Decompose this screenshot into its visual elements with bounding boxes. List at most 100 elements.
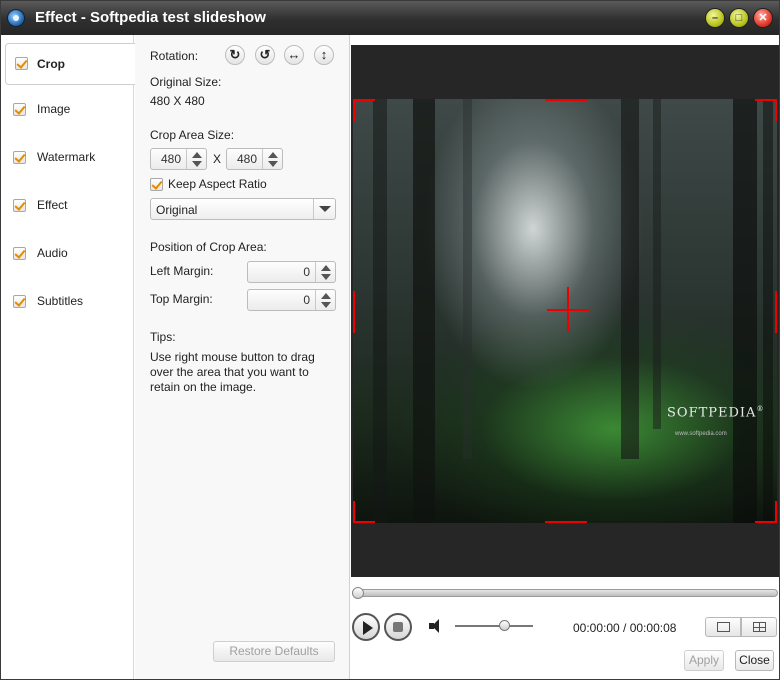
effect-checkbox[interactable] xyxy=(13,199,26,212)
sidebar-item-effect[interactable]: Effect xyxy=(1,183,134,229)
stop-button[interactable] xyxy=(384,613,412,641)
flip-horizontal-button[interactable]: ↔ xyxy=(284,45,304,65)
aspect-ratio-select[interactable]: Original xyxy=(150,198,336,220)
stepper-arrows[interactable] xyxy=(262,149,282,169)
sidebar-item-audio[interactable]: Audio xyxy=(1,231,134,277)
tree-trunk xyxy=(373,99,387,523)
crop-handle-bottom-left[interactable] xyxy=(353,521,375,523)
tree-trunk xyxy=(763,99,773,523)
keep-aspect-ratio-label: Keep Aspect Ratio xyxy=(168,177,267,191)
maximize-button[interactable]: □ xyxy=(729,8,749,28)
sidebar-item-watermark[interactable]: Watermark xyxy=(1,135,134,181)
crop-area-size-label: Crop Area Size: xyxy=(150,128,235,142)
preview-image[interactable]: SOFTPEDIA® www.softpedia.com xyxy=(353,99,777,523)
top-margin-label: Top Margin: xyxy=(150,292,213,306)
crop-handle-bottom-right[interactable] xyxy=(755,521,777,523)
keep-aspect-ratio-checkbox[interactable] xyxy=(150,178,163,191)
crop-height-stepper[interactable]: 480 xyxy=(226,148,283,170)
single-view-button[interactable] xyxy=(705,617,741,637)
left-margin-value: 0 xyxy=(303,265,310,279)
tree-trunk xyxy=(653,99,661,429)
tree-trunk xyxy=(621,99,639,459)
apply-button[interactable]: Apply xyxy=(684,650,724,671)
original-size-value: 480 X 480 xyxy=(150,94,205,108)
audio-checkbox[interactable] xyxy=(13,247,26,260)
sidebar-item-label: Subtitles xyxy=(37,294,84,308)
watermark-logo: SOFTPEDIA® xyxy=(667,405,764,420)
single-frame-icon xyxy=(717,622,730,632)
sidebar-item-label: Crop xyxy=(37,57,65,71)
left-margin-label: Left Margin: xyxy=(150,264,214,278)
crop-handle-bottom-right[interactable] xyxy=(775,501,777,523)
crop-handle-top-left[interactable] xyxy=(353,99,355,121)
sidebar-item-label: Effect xyxy=(37,198,68,212)
sidebar-item-crop[interactable]: Crop xyxy=(5,43,135,85)
rotate-clockwise-button[interactable]: ↻ xyxy=(225,45,245,65)
split-view-button[interactable] xyxy=(741,617,777,637)
size-separator: X xyxy=(213,152,222,166)
crop-height-value: 480 xyxy=(236,152,257,166)
crop-handle-top-left[interactable] xyxy=(353,99,375,101)
split-frame-icon xyxy=(753,622,766,632)
tree-trunk xyxy=(413,99,435,523)
crop-settings-panel: Rotation: ↻ ↺ ↔ ↕ Original Size: 480 X 4… xyxy=(135,35,350,679)
window-title: Effect - Softpedia test slideshow xyxy=(35,9,266,26)
sidebar-item-label: Image xyxy=(37,102,71,116)
minimize-button[interactable]: – xyxy=(705,8,725,28)
sidebar-item-image[interactable]: Image xyxy=(1,87,134,133)
crop-handle-top[interactable] xyxy=(545,99,587,101)
stepper-arrows[interactable] xyxy=(315,290,335,310)
window-close-button[interactable]: ✕ xyxy=(753,8,773,28)
play-icon xyxy=(363,621,373,635)
stepper-arrows[interactable] xyxy=(186,149,206,169)
crop-center-crosshair-icon[interactable] xyxy=(567,287,569,331)
subtitles-checkbox[interactable] xyxy=(13,295,26,308)
crop-width-stepper[interactable]: 480 xyxy=(150,148,207,170)
crop-handle-bottom-left[interactable] xyxy=(353,501,355,523)
crop-handle-bottom[interactable] xyxy=(545,521,587,523)
crop-position-label: Position of Crop Area: xyxy=(150,240,267,254)
down-arrow-icon xyxy=(268,161,278,167)
original-size-label: Original Size: xyxy=(150,75,222,89)
up-arrow-icon xyxy=(192,152,202,158)
left-margin-stepper[interactable]: 0 xyxy=(247,261,336,283)
image-checkbox[interactable] xyxy=(13,103,26,116)
stop-icon xyxy=(393,622,403,632)
aspect-ratio-value: Original xyxy=(156,203,198,217)
minimize-icon: – xyxy=(711,12,719,24)
effect-sidebar: Crop Image Watermark Effect Audio Subtit… xyxy=(1,35,135,679)
top-margin-value: 0 xyxy=(303,293,310,307)
seek-bar[interactable] xyxy=(352,589,778,597)
crop-handle-top-right[interactable] xyxy=(775,99,777,121)
maximize-icon: □ xyxy=(735,12,743,24)
close-button[interactable]: Close xyxy=(735,650,774,671)
preview-area[interactable]: SOFTPEDIA® www.softpedia.com xyxy=(351,45,779,577)
chevron-down-icon[interactable] xyxy=(313,199,335,219)
tree-trunk xyxy=(733,99,757,523)
crop-width-value: 480 xyxy=(160,152,181,166)
top-margin-stepper[interactable]: 0 xyxy=(247,289,336,311)
crop-handle-right[interactable] xyxy=(775,291,777,333)
crop-checkbox[interactable] xyxy=(15,57,28,70)
sidebar-item-label: Audio xyxy=(37,246,68,260)
rotate-counterclockwise-button[interactable]: ↺ xyxy=(255,45,275,65)
volume-thumb[interactable] xyxy=(498,620,510,631)
title-bar[interactable]: Effect - Softpedia test slideshow – □ ✕ xyxy=(1,1,779,35)
speaker-icon[interactable] xyxy=(429,619,445,633)
down-arrow-icon xyxy=(192,161,202,167)
sidebar-item-subtitles[interactable]: Subtitles xyxy=(1,279,134,325)
watermark-url: www.softpedia.com xyxy=(675,431,727,437)
flip-vertical-button[interactable]: ↕ xyxy=(314,45,334,65)
restore-defaults-button[interactable]: Restore Defaults xyxy=(213,641,335,662)
app-film-reel-icon xyxy=(7,9,25,27)
crop-handle-top-right[interactable] xyxy=(755,99,777,101)
watermark-checkbox[interactable] xyxy=(13,151,26,164)
seek-thumb[interactable] xyxy=(352,587,364,599)
tips-label: Tips: xyxy=(150,330,176,344)
crop-handle-left[interactable] xyxy=(353,291,355,333)
close-icon: ✕ xyxy=(758,12,768,24)
registered-mark: ® xyxy=(756,405,765,413)
stepper-arrows[interactable] xyxy=(315,262,335,282)
volume-slider[interactable] xyxy=(455,625,533,627)
play-button[interactable] xyxy=(352,613,380,641)
